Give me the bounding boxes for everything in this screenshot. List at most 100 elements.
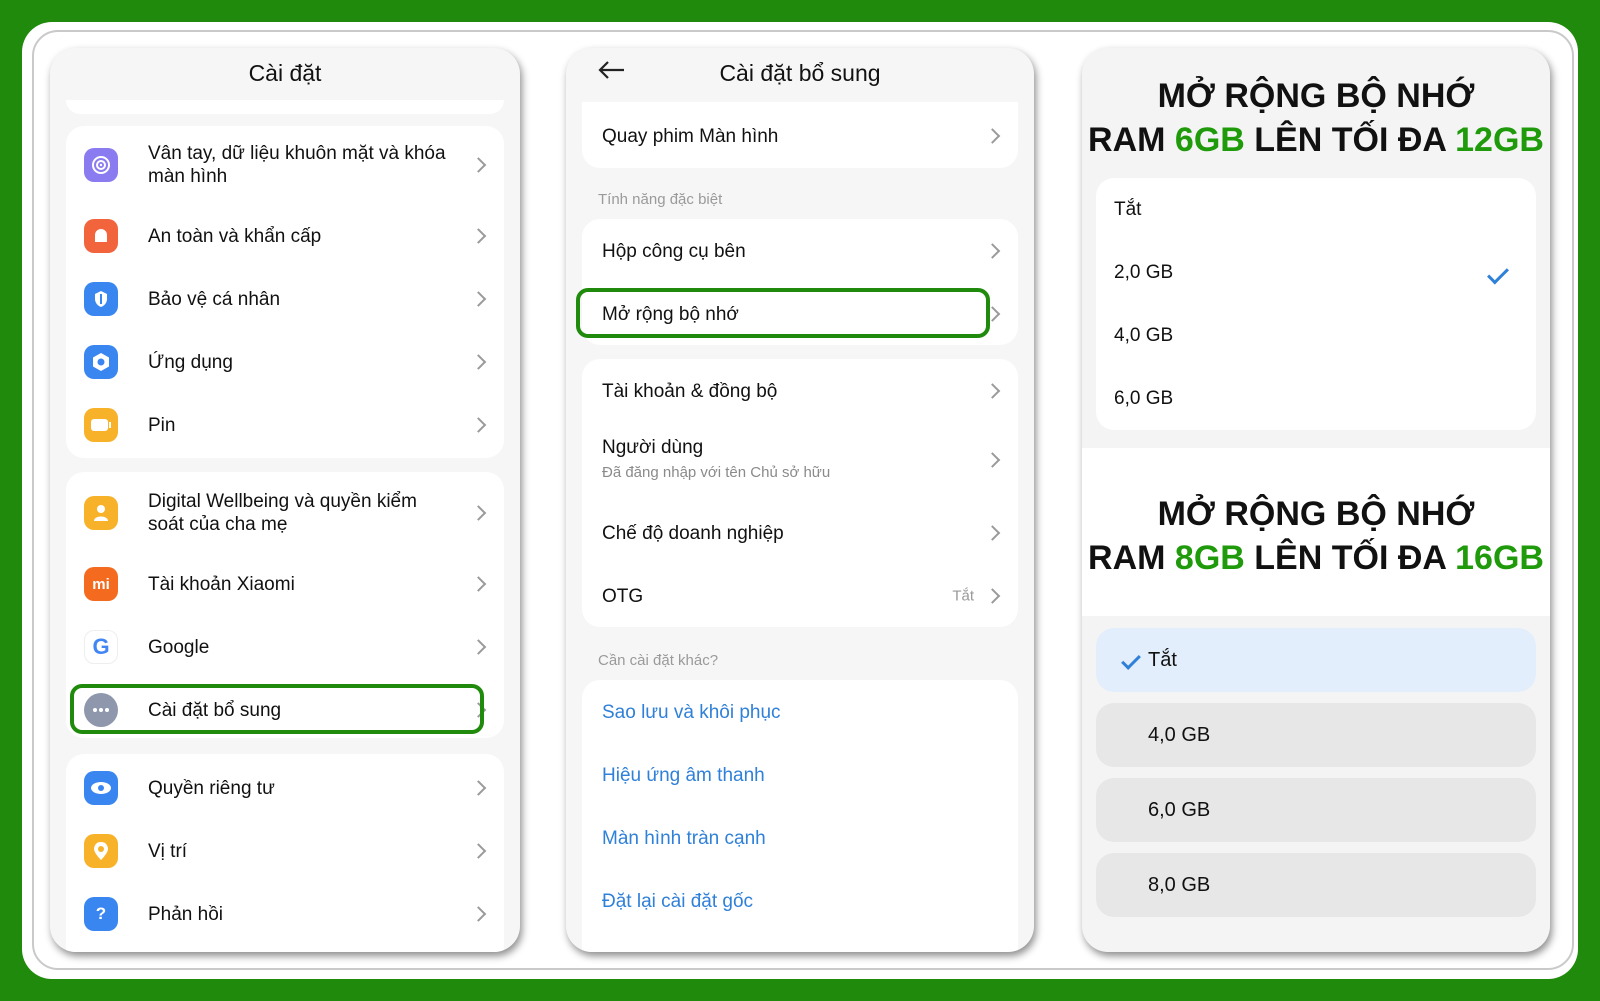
item-label: Digital Wellbeing và quyền kiểm soát của… <box>148 491 417 535</box>
settings-group-1: Vân tay, dữ liệu khuôn mặt và khóa màn h… <box>66 126 504 458</box>
item-label: Pin <box>148 414 176 436</box>
item-side-toolbox[interactable]: Hộp công cụ bên <box>582 219 1018 283</box>
option-label: Tắt <box>1148 648 1177 671</box>
chevron-right-icon <box>984 452 1001 468</box>
location-pin-icon <box>84 834 118 868</box>
item-otg[interactable]: OTG Tắt <box>582 564 1018 628</box>
item-label: Người dùng Đã đăng nhập với tên Chủ sở h… <box>602 436 830 484</box>
link-label: Màn hình tràn cạnh <box>602 827 766 849</box>
option-off-selected[interactable]: Tắt <box>1096 628 1536 692</box>
highlight-box <box>70 684 484 734</box>
headline-line2: RAM 8GB LÊN TỐI ĐA 16GB <box>1088 539 1544 577</box>
xiaomi-icon: mi <box>84 567 118 601</box>
users-label: Người dùng <box>602 437 704 458</box>
other-settings-card: Sao lưu và khôi phục Hiệu ứng âm thanh M… <box>582 680 1018 952</box>
headline-line1: MỞ RỘNG BỘ NHỚ <box>1157 77 1475 115</box>
chevron-right-icon <box>470 291 487 307</box>
otg-value: Tắt <box>952 587 974 605</box>
headline-8gb: MỞ RỘNG BỘ NHỚ RAM 8GB LÊN TỐI ĐA 16GB <box>1082 492 1550 580</box>
settings-item-xiaomi-account[interactable]: mi Tài khoản Xiaomi <box>66 552 504 616</box>
item-label: Tài khoản & đồng bộ <box>602 380 778 402</box>
settings-item-wellbeing[interactable]: Digital Wellbeing và quyền kiểm soát của… <box>66 480 504 546</box>
item-screen-record[interactable]: Quay phim Màn hình <box>582 104 1018 168</box>
feedback-icon: ? <box>84 897 118 931</box>
settings-item-privacy[interactable]: Quyền riêng tư <box>66 756 504 820</box>
item-label: Tài khoản Xiaomi <box>148 573 295 595</box>
option-4gb-pill[interactable]: 4,0 GB <box>1096 703 1536 767</box>
settings-item-protection[interactable]: Bảo vệ cá nhân <box>66 267 504 331</box>
settings-item-fingerprint[interactable]: Vân tay, dữ liệu khuôn mặt và khóa màn h… <box>66 132 504 198</box>
option-off[interactable]: Tắt <box>1096 178 1536 242</box>
google-icon: G <box>84 630 118 664</box>
memory-extension-screen: MỞ RỘNG BỘ NHỚ RAM 6GB LÊN TỐI ĐA 12GB T… <box>1082 48 1550 952</box>
option-label: 2,0 GB <box>1114 262 1174 283</box>
chevron-right-icon <box>984 383 1001 399</box>
top-card-edge <box>66 100 504 114</box>
option-label: 8,0 GB <box>1148 873 1211 896</box>
option-6gb-pill[interactable]: 6,0 GB <box>1096 778 1536 842</box>
settings-screen: Cài đặt Vân tay, dữ liệu khuôn mặt và kh… <box>50 48 520 952</box>
item-label: OTG <box>602 585 644 607</box>
chevron-right-icon <box>470 843 487 859</box>
settings-item-feedback[interactable]: ? Phản hồi <box>66 882 504 946</box>
option-4gb[interactable]: 4,0 GB <box>1096 304 1536 368</box>
link-sound-effects[interactable]: Hiệu ứng âm thanh <box>582 743 1018 807</box>
emergency-icon <box>84 219 118 253</box>
headline-line1: MỞ RỘNG BỘ NHỚ <box>1157 495 1475 533</box>
option-label: 6,0 GB <box>1114 388 1174 409</box>
settings-item-apps[interactable]: Ứng dụng <box>66 330 504 394</box>
item-label: Google <box>148 636 210 658</box>
item-label: Hộp công cụ bên <box>602 240 746 262</box>
chevron-right-icon <box>470 228 487 244</box>
chevron-right-icon <box>470 354 487 370</box>
eye-icon <box>84 771 118 805</box>
settings-item-emergency[interactable]: An toàn và khẩn cấp <box>66 204 504 268</box>
option-8gb-pill[interactable]: 8,0 GB <box>1096 853 1536 917</box>
item-users[interactable]: Người dùng Đã đăng nhập với tên Chủ sở h… <box>582 421 1018 499</box>
chevron-right-icon <box>470 639 487 655</box>
option-6gb[interactable]: 6,0 GB <box>1096 367 1536 431</box>
chevron-right-icon <box>470 505 487 521</box>
settings-item-battery[interactable]: Pin <box>66 393 504 457</box>
highlight-box <box>576 288 990 338</box>
page-title: Cài đặt bổ sung <box>719 60 881 86</box>
options-card-1: Tắt 2,0 GB 4,0 GB 6,0 GB <box>1096 178 1536 430</box>
item-label: Phản hồi <box>148 903 224 925</box>
link-label: Hiệu ứng âm thanh <box>602 764 765 786</box>
option-label: Tắt <box>1114 199 1142 220</box>
checkmark-icon <box>1487 262 1509 284</box>
item-label: Chế độ doanh nghiệp <box>602 522 784 544</box>
section-header-special: Tính năng đặc biệt <box>598 191 723 208</box>
item-label: An toàn và khẩn cấp <box>148 225 322 247</box>
item-label: Quyền riêng tư <box>148 777 275 799</box>
apps-gear-icon <box>84 345 118 379</box>
chevron-right-icon <box>984 588 1001 604</box>
chevron-right-icon <box>470 576 487 592</box>
chevron-right-icon <box>470 906 487 922</box>
settings-item-location[interactable]: Vị trí <box>66 819 504 883</box>
link-factory-reset[interactable]: Đặt lại cài đặt gốc <box>582 869 1018 933</box>
option-label: 4,0 GB <box>1148 723 1211 746</box>
settings-group-3: Quyền riêng tư Vị trí ? Phản hồi <box>66 754 504 952</box>
chevron-right-icon <box>984 128 1001 144</box>
link-backup-restore[interactable]: Sao lưu và khôi phục <box>582 680 1018 744</box>
settings-item-google[interactable]: G Google <box>66 615 504 679</box>
item-label: Quay phim Màn hình <box>602 125 779 147</box>
option-2gb[interactable]: 2,0 GB <box>1096 241 1536 305</box>
chevron-right-icon <box>984 525 1001 541</box>
chevron-right-icon <box>470 157 487 173</box>
users-subtitle: Đã đăng nhập với tên Chủ sở hữu <box>602 464 831 481</box>
additional-settings-screen: Cài đặt bổ sung Quay phim Màn hình Tính … <box>566 48 1034 952</box>
item-label: Vân tay, dữ liệu khuôn mặt và khóa màn h… <box>148 143 446 187</box>
item-accounts-sync[interactable]: Tài khoản & đồng bộ <box>582 359 1018 423</box>
chevron-right-icon <box>984 243 1001 259</box>
screen-record-card: Quay phim Màn hình <box>582 102 1018 168</box>
item-label: Vị trí <box>148 840 188 862</box>
link-label: Đặt lại cài đặt gốc <box>602 890 754 912</box>
link-label: Sao lưu và khôi phục <box>602 701 781 723</box>
checkmark-icon <box>1121 650 1141 670</box>
item-enterprise-mode[interactable]: Chế độ doanh nghiệp <box>582 501 1018 565</box>
headline-line2: RAM 6GB LÊN TỐI ĐA 12GB <box>1088 121 1544 159</box>
link-edge-display[interactable]: Màn hình tràn cạnh <box>582 806 1018 870</box>
chevron-right-icon <box>470 417 487 433</box>
